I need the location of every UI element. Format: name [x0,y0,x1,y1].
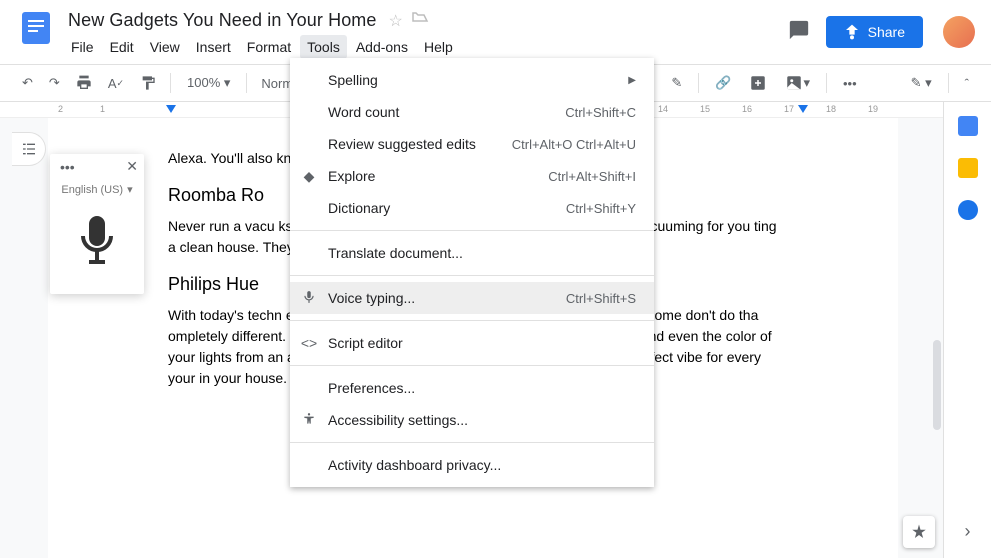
highlight-button[interactable]: ✎ [665,71,688,95]
menu-item-icon [300,290,318,307]
side-panel-collapse-icon[interactable]: › [965,521,971,542]
keep-icon[interactable] [958,158,978,178]
menu-item-label: Review suggested edits [328,136,512,152]
menu-help[interactable]: Help [417,35,460,59]
menu-item-spelling[interactable]: Spelling ▶ [290,64,654,96]
voice-mic-button[interactable] [50,200,144,294]
spellcheck-button[interactable]: A✓ [102,72,130,95]
menu-item-icon [300,412,318,429]
menu-item-label: Translate document... [328,245,636,261]
menu-item-shortcut: Ctrl+Shift+Y [566,201,636,216]
menu-item-accessibility-settings-[interactable]: Accessibility settings... [290,404,654,436]
voice-language-select[interactable]: English (US)▾ [50,179,144,200]
menu-item-translate-document-[interactable]: Translate document... [290,237,654,269]
menu-edit[interactable]: Edit [103,35,141,59]
tools-dropdown: Spelling▶Word countCtrl+Shift+CReview su… [290,58,654,487]
document-title[interactable]: New Gadgets You Need in Your Home [64,8,381,33]
print-button[interactable] [70,71,98,95]
menu-view[interactable]: View [143,35,187,59]
menu-item-label: Word count [328,104,565,120]
menu-item-icon: <> [300,335,318,351]
share-label: Share [868,24,905,40]
menu-format[interactable]: Format [240,35,298,59]
menu-item-label: Preferences... [328,380,636,396]
undo-button[interactable]: ↶ [16,71,39,95]
image-button[interactable]: ▾ [779,70,816,96]
menu-item-icon: ◆ [300,168,318,185]
menu-item-shortcut: Ctrl+Alt+Shift+I [548,169,636,184]
calendar-icon[interactable] [958,116,978,136]
menu-add-ons[interactable]: Add-ons [349,35,415,59]
menu-insert[interactable]: Insert [189,35,238,59]
menu-item-label: Activity dashboard privacy... [328,457,636,473]
menu-item-activity-dashboard-privacy-[interactable]: Activity dashboard privacy... [290,449,654,481]
collapse-button[interactable]: ˆ [959,72,975,95]
indent-marker-left[interactable] [166,105,176,113]
menu-item-voice-typing-[interactable]: Voice typing...Ctrl+Shift+S [290,282,654,314]
voice-typing-panel: ••• ✕ English (US)▾ [50,154,144,294]
menu-item-shortcut: Ctrl+Shift+S [566,291,636,306]
share-button[interactable]: Share [826,16,923,48]
voice-more-icon[interactable]: ••• [60,159,75,175]
menu-item-label: Voice typing... [328,290,566,306]
more-button[interactable]: ••• [837,72,863,95]
editing-mode-button[interactable]: ✎ ▾ [905,71,938,95]
add-comment-button[interactable] [743,70,773,96]
link-button[interactable]: 🔗 [709,71,737,95]
menu-item-review-suggested-edits[interactable]: Review suggested editsCtrl+Alt+O Ctrl+Al… [290,128,654,160]
menu-item-script-editor[interactable]: <> Script editor [290,327,654,359]
scrollbar-thumb[interactable] [933,340,941,430]
menu-item-dictionary[interactable]: DictionaryCtrl+Shift+Y [290,192,654,224]
paint-format-button[interactable] [134,71,162,95]
side-panel: › [943,102,991,558]
menu-item-label: Spelling [328,72,620,88]
docs-logo[interactable] [16,8,56,48]
menu-file[interactable]: File [64,35,101,59]
menu-item-label: Accessibility settings... [328,412,636,428]
outline-toggle[interactable] [12,132,46,166]
redo-button[interactable]: ↷ [43,71,66,95]
menu-tools[interactable]: Tools [300,35,347,59]
star-icon[interactable]: ☆ [389,11,403,31]
menu-item-preferences-[interactable]: Preferences... [290,372,654,404]
voice-close-icon[interactable]: ✕ [126,158,138,175]
menu-item-explore[interactable]: ◆ ExploreCtrl+Alt+Shift+I [290,160,654,192]
indent-marker-right[interactable] [798,105,808,113]
menu-item-shortcut: Ctrl+Shift+C [565,105,636,120]
menu-bar: FileEditViewInsertFormatToolsAdd-onsHelp [64,35,788,59]
explore-button[interactable] [903,516,935,548]
menu-item-shortcut: Ctrl+Alt+O Ctrl+Alt+U [512,137,636,152]
account-avatar[interactable] [943,16,975,48]
move-icon[interactable] [411,11,429,30]
app-header: New Gadgets You Need in Your Home ☆ File… [0,0,991,64]
tasks-icon[interactable] [958,200,978,220]
zoom-select[interactable]: 100% ▾ [179,75,238,91]
submenu-arrow-icon: ▶ [628,75,636,86]
menu-item-word-count[interactable]: Word countCtrl+Shift+C [290,96,654,128]
comments-icon[interactable] [788,19,810,46]
menu-item-label: Explore [328,168,548,184]
menu-item-label: Dictionary [328,200,566,216]
menu-item-label: Script editor [328,335,636,351]
